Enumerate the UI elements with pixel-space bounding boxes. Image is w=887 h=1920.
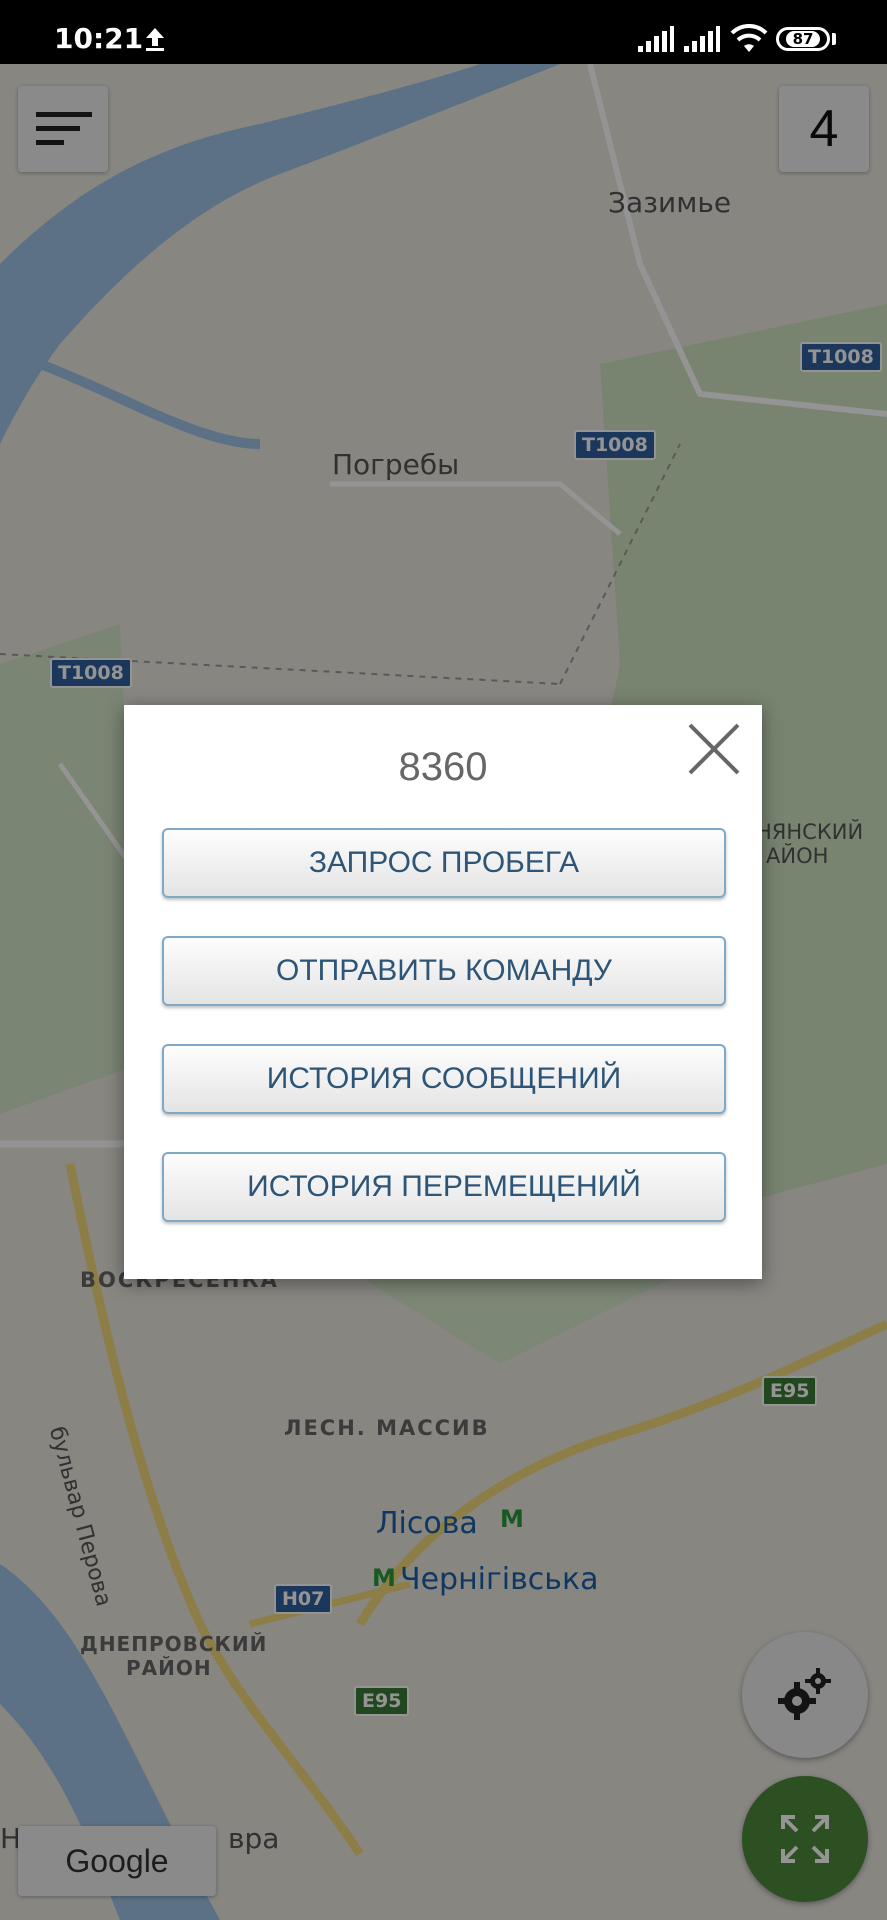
signal-icon-2 (684, 26, 720, 52)
movement-history-button[interactable]: ИСТОРИЯ ПЕРЕМЕЩЕНИЙ (162, 1152, 726, 1222)
status-time: 10:21 (54, 22, 144, 55)
signal-icon (638, 26, 674, 52)
message-history-button[interactable]: ИСТОРИЯ СООБЩЕНИЙ (162, 1044, 726, 1114)
battery-level: 87 (785, 31, 821, 47)
upload-icon (146, 28, 164, 51)
dialog-title: 8360 (398, 745, 488, 789)
send-command-button[interactable]: ОТПРАВИТЬ КОМАНДУ (162, 936, 726, 1006)
status-bar: 10:21 87 (0, 0, 887, 64)
battery-tip (832, 33, 836, 45)
vehicle-actions-dialog: 8360 ЗАПРОС ПРОБЕГА ОТПРАВИТЬ КОМАНДУ ИС… (124, 705, 762, 1279)
battery-icon: 87 (776, 27, 830, 51)
wifi-icon (730, 24, 768, 52)
close-icon[interactable] (686, 721, 742, 777)
mileage-request-button[interactable]: ЗАПРОС ПРОБЕГА (162, 828, 726, 898)
